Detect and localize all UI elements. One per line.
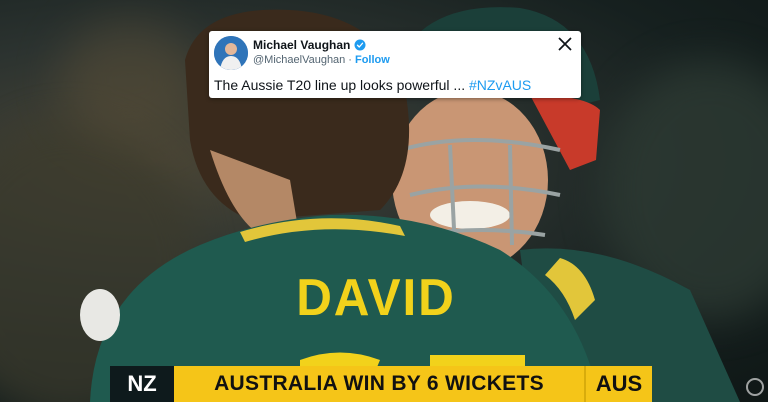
separator: · (348, 54, 352, 66)
avatar[interactable] (214, 36, 248, 70)
loading-ring-icon (746, 378, 764, 396)
team-right-label: AUS (584, 366, 652, 402)
hashtag-link[interactable]: #NZvAUS (469, 77, 531, 93)
tweet-body: The Aussie T20 line up looks powerful ..… (214, 77, 469, 93)
author-name[interactable]: Michael Vaughan (253, 38, 350, 52)
tweet-card[interactable]: Michael Vaughan @MichaelVaughan · Follow… (209, 31, 581, 98)
tweet-text: The Aussie T20 line up looks powerful ..… (214, 77, 531, 93)
match-result: AUSTRALIA WIN BY 6 WICKETS (174, 366, 584, 402)
team-left-label: NZ (110, 366, 174, 402)
scorebar: NZ AUSTRALIA WIN BY 6 WICKETS AUS (110, 366, 652, 402)
jersey-name: DAVID (296, 269, 456, 327)
x-logo-icon[interactable] (557, 36, 573, 52)
verified-badge-icon (354, 39, 366, 51)
author-handle[interactable]: @MichaelVaughan (253, 54, 345, 66)
follow-button[interactable]: Follow (355, 54, 390, 66)
